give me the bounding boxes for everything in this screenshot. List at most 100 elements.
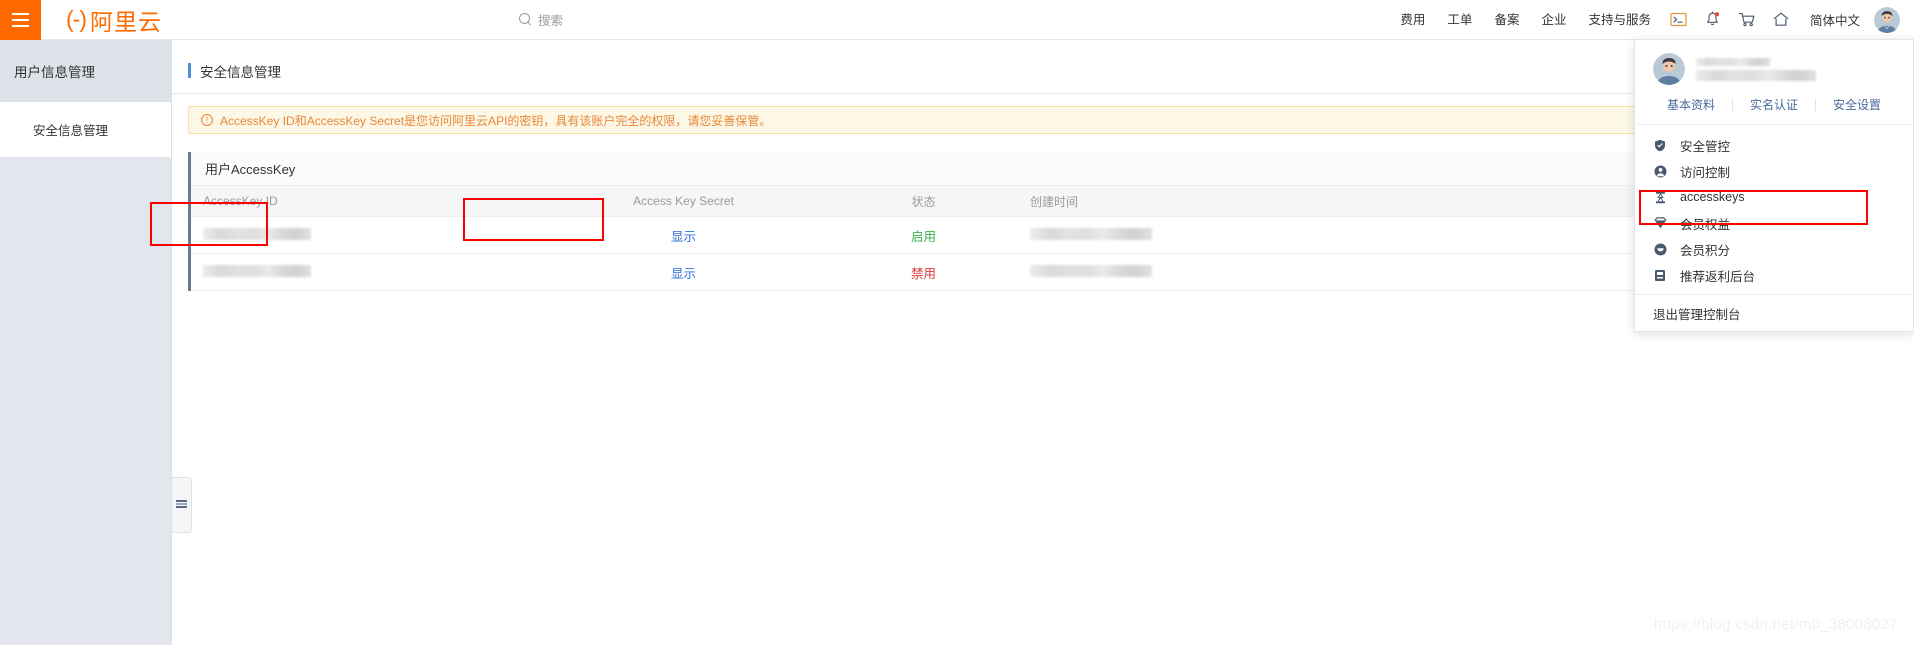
collapse-line	[176, 505, 187, 508]
column-header-access-key-secret: Access Key Secret	[536, 185, 831, 217]
cell-status: 启用	[831, 216, 1016, 254]
column-header-accesskey-id: AccessKey ID	[191, 185, 536, 217]
quick-link-basic-info[interactable]: 基本资料	[1650, 96, 1732, 113]
quick-link-security-settings[interactable]: 安全设置	[1816, 96, 1898, 113]
menu-item-label: 安全管控	[1680, 139, 1731, 154]
menu-item-accesskeys[interactable]: accesskeys	[1635, 184, 1913, 210]
nav-item-icp[interactable]: 备案	[1483, 0, 1530, 40]
menu-item-member-benefits[interactable]: 会员权益	[1635, 210, 1913, 236]
cell-status: 禁用	[831, 253, 1016, 291]
quick-link-realname-auth[interactable]: 实名认证	[1733, 96, 1815, 113]
cell-accesskey-id	[191, 253, 536, 291]
page-root: (-) 阿里云 搜索 费用 工单 备案 企业 支持与服务 简体中文 用户信息管理…	[0, 0, 1914, 645]
dropdown-user-info	[1635, 53, 1913, 96]
redacted-create-time	[1030, 264, 1152, 277]
show-secret-link[interactable]: 显示	[671, 230, 696, 244]
menu-item-member-points[interactable]: 会员积分	[1635, 236, 1913, 262]
column-header-create-time: 创建时间	[1016, 185, 1286, 217]
aliyun-logo-icon: (-)	[66, 6, 87, 32]
dropdown-user-names	[1696, 57, 1816, 81]
cell-access-key-secret: 显示	[536, 253, 831, 291]
show-secret-link[interactable]: 显示	[671, 267, 696, 281]
shield-icon	[1653, 139, 1667, 152]
top-navigation-bar: (-) 阿里云 搜索 费用 工单 备案 企业 支持与服务 简体中文	[0, 0, 1914, 40]
title-accent-bar	[188, 63, 191, 78]
avatar[interactable]	[1874, 6, 1900, 33]
user-account-dropdown: 基本资料 实名认证 安全设置 安全管控 访问控制 accesskeys 会员权益…	[1634, 39, 1914, 332]
cart-icon-svg	[1738, 13, 1755, 27]
menu-item-label: 推荐返利后台	[1680, 269, 1756, 284]
menu-item-label: 会员权益	[1680, 217, 1731, 232]
home-icon-svg	[1773, 12, 1789, 26]
terminal-icon-svg	[1670, 12, 1688, 27]
redacted-accesskey-id	[203, 227, 311, 240]
person-icon-svg	[1654, 165, 1666, 177]
dropdown-menu-list: 安全管控 访问控制 accesskeys 会员权益 会员积分 推荐返利后台	[1635, 125, 1913, 295]
cell-accesskey-id	[191, 216, 536, 254]
terminal-icon[interactable]	[1662, 0, 1696, 40]
warning-circle-icon: !	[201, 114, 213, 126]
sidebar-filler	[0, 157, 171, 645]
menu-item-referral-rebate[interactable]: 推荐返利后台	[1635, 262, 1913, 288]
status-badge: 启用	[910, 229, 936, 244]
bell-icon[interactable]	[1696, 0, 1730, 40]
dropdown-header: 基本资料 实名认证 安全设置	[1635, 40, 1913, 125]
warning-banner-text: AccessKey ID和AccessKey Secret是您访问阿里云API的…	[220, 113, 772, 128]
page-title: 安全信息管理	[200, 64, 281, 80]
wallet-icon	[1653, 269, 1667, 282]
nav-item-enterprise[interactable]: 企业	[1530, 0, 1577, 40]
nav-item-support[interactable]: 支持与服务	[1577, 0, 1662, 40]
redacted-username	[1696, 57, 1770, 66]
logout-button[interactable]: 退出管理控制台	[1635, 295, 1913, 331]
coin-icon-svg	[1654, 243, 1666, 255]
cell-create-time	[1016, 253, 1286, 291]
brand-logo[interactable]: (-) 阿里云	[66, 3, 162, 37]
wallet-icon-svg	[1655, 269, 1665, 281]
menu-item-label: 访问控制	[1680, 165, 1731, 180]
menu-item-label: 会员积分	[1680, 243, 1731, 258]
collapse-line	[176, 499, 187, 502]
redacted-accesskey-id	[203, 264, 311, 277]
home-icon[interactable]	[1764, 0, 1798, 40]
menu-item-security-control[interactable]: 安全管控	[1635, 132, 1913, 158]
coin-icon	[1653, 243, 1667, 256]
diamond-icon	[1653, 217, 1667, 229]
search-input[interactable]: 搜索	[518, 10, 563, 29]
dropdown-avatar	[1653, 53, 1685, 85]
sidebar-item-security-info[interactable]: 安全信息管理	[0, 102, 171, 157]
shield-icon-svg	[1655, 139, 1665, 151]
menu-icon[interactable]	[0, 0, 41, 40]
sidebar-collapse-icon[interactable]	[172, 477, 192, 533]
column-header-status: 状态	[831, 185, 1016, 217]
search-icon	[518, 13, 532, 26]
menu-icon-line	[12, 18, 29, 21]
search-placeholder: 搜索	[537, 14, 563, 28]
language-selector[interactable]: 简体中文	[1798, 10, 1870, 29]
cell-create-time	[1016, 216, 1286, 254]
diamond-icon-svg	[1653, 217, 1667, 229]
brand-name: 阿里云	[89, 8, 162, 35]
collapse-line	[176, 502, 187, 505]
key-icon-svg	[1655, 191, 1665, 203]
top-nav-right: 费用 工单 备案 企业 支持与服务 简体中文	[1389, 0, 1914, 40]
dropdown-quick-links: 基本资料 实名认证 安全设置	[1635, 96, 1913, 124]
menu-item-access-control[interactable]: 访问控制	[1635, 158, 1913, 184]
nav-item-fees[interactable]: 费用	[1389, 0, 1436, 40]
redacted-account	[1696, 69, 1816, 81]
person-icon	[1653, 165, 1667, 178]
sidebar-heading: 用户信息管理	[0, 40, 171, 102]
sidebar-collapse-glyph	[176, 499, 187, 511]
nav-item-tickets[interactable]: 工单	[1436, 0, 1483, 40]
left-sidebar: 用户信息管理 安全信息管理	[0, 40, 172, 645]
avatar-image	[1874, 6, 1900, 33]
bell-icon-svg	[1707, 11, 1720, 26]
menu-icon-line	[12, 24, 29, 27]
menu-item-label: accesskeys	[1680, 190, 1745, 204]
dropdown-avatar-image	[1653, 53, 1685, 85]
watermark: https://blog.csdn.net/m0_38008027	[1653, 616, 1898, 633]
cart-icon[interactable]	[1730, 0, 1764, 40]
notification-badge-dot	[1715, 12, 1720, 17]
status-badge: 禁用	[910, 266, 936, 281]
key-icon	[1653, 191, 1667, 204]
menu-icon-line	[12, 12, 29, 15]
